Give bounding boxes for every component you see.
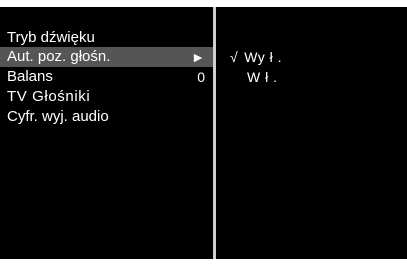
menu-item-label: Cyfr. wyj. audio — [7, 108, 109, 125]
menu-item-balance[interactable]: Balans 0 — [0, 67, 213, 87]
menu-item-digital-audio-out[interactable]: Cyfr. wyj. audio — [0, 107, 213, 127]
menu-item-label: Tryb dźwięku — [7, 29, 95, 46]
menu-item-tv-speakers[interactable]: TV Głośniki — [0, 87, 213, 107]
option-off[interactable]: √ Wy ł . — [230, 47, 282, 67]
menu-item-label: Aut. poz. głośn. — [7, 48, 111, 65]
option-label: Wy ł . — [244, 49, 283, 65]
option-label: W ł . — [247, 69, 278, 85]
check-mark-icon: √ — [230, 49, 239, 65]
menu-item-sound-mode[interactable]: Tryb dźwięku — [0, 28, 213, 48]
tv-osd-sound-menu: Tryb dźwięku Aut. poz. głośn. ► Balans 0… — [0, 7, 407, 259]
option-on[interactable]: W ł . — [247, 67, 278, 87]
submenu-options: √ Wy ł . W ł . — [216, 7, 407, 259]
menu-item-label: TV Głośniki — [7, 88, 91, 105]
submenu-arrow-icon: ► — [191, 49, 205, 65]
sound-menu-list: Tryb dźwięku Aut. poz. głośn. ► Balans 0… — [0, 7, 213, 259]
menu-item-label: Balans — [7, 68, 53, 85]
menu-item-auto-volume[interactable]: Aut. poz. głośn. ► — [0, 47, 213, 67]
balance-value: 0 — [197, 69, 205, 85]
